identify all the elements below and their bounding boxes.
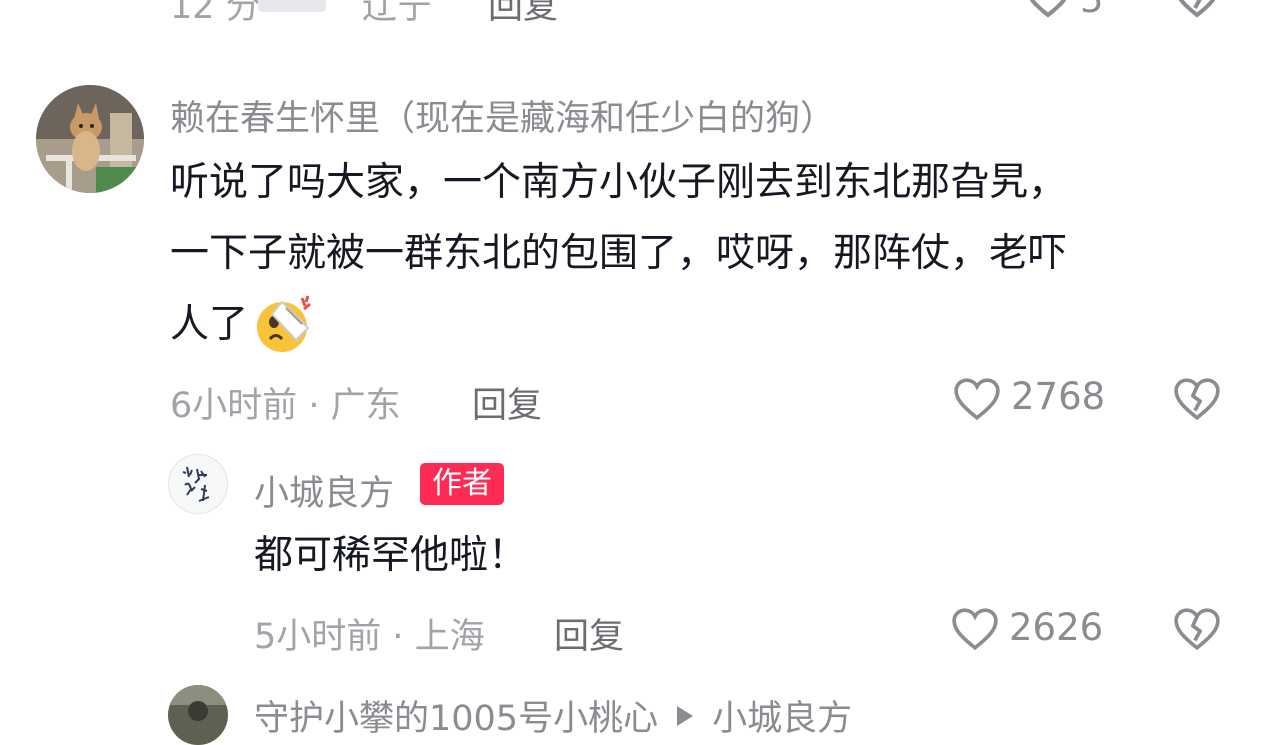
comment-text-line: 听说了吗大家，一个南方小伙子刚去到东北那旮旯， [170, 160, 1068, 205]
play-arrow-icon [677, 705, 694, 726]
reply-location: 上海 [414, 617, 485, 657]
avatar-image [36, 85, 144, 193]
avatar[interactable] [168, 454, 228, 514]
like-button[interactable] [1025, 0, 1071, 18]
like-button[interactable] [951, 607, 999, 651]
comment-time-location: 6小时前 · 广东 [170, 386, 401, 426]
like-button[interactable] [953, 377, 1001, 421]
reply-time-location: 5小时前 · 上海 [254, 617, 485, 657]
heart-icon [952, 608, 998, 651]
reply-text: 都可稀罕他啦！ [254, 533, 528, 578]
reply-username[interactable]: 小城良方 [254, 465, 394, 516]
like-count: 5 [1080, 0, 1104, 21]
avatar-image [168, 685, 228, 745]
like-count: 2768 [1011, 375, 1106, 418]
shocked-face-emoji-icon [257, 295, 311, 352]
avatar[interactable] [168, 685, 228, 745]
reply-button[interactable]: 回复 [488, 0, 558, 29]
comment-text-line: 一下子就被一群东北的包围了，哎呀，那阵仗，老吓 [170, 231, 1068, 276]
comment-time: 6小时前 [170, 386, 298, 426]
comment-text: 听说了吗大家，一个南方小伙子刚去到东北那旮旯， 一下子就被一群东北的包围了，哎呀… [170, 147, 1230, 360]
reply-to-username[interactable]: 小城良方 [712, 690, 852, 741]
calligraphy-avatar-image [182, 466, 210, 502]
comment-location: 辽宁 [362, 0, 433, 27]
broken-heart-icon [1178, 0, 1216, 18]
reply-time: 5小时前 [254, 617, 382, 657]
reply-username[interactable]: 守护小攀的1005号小桃心 [254, 690, 658, 741]
dislike-button[interactable] [1173, 607, 1221, 651]
avatar[interactable] [36, 85, 144, 193]
dislike-button[interactable] [1173, 377, 1221, 421]
comment-location: 广东 [330, 386, 401, 426]
author-badge: 作者 [420, 463, 504, 505]
blurred-time-placeholder [258, 0, 326, 12]
broken-heart-icon [1174, 608, 1220, 651]
reply-button[interactable]: 回复 [554, 608, 624, 659]
heart-icon [954, 378, 1000, 421]
heart-icon [1029, 0, 1067, 18]
broken-heart-icon [1174, 378, 1220, 421]
reply-button[interactable]: 回复 [472, 377, 542, 428]
comment-username[interactable]: 赖在春生怀里（现在是藏海和任少白的狗） [170, 90, 835, 141]
comment-text-line-end: 人了 [170, 302, 249, 347]
comment-time: 12 分 [170, 0, 261, 27]
dislike-button[interactable] [1174, 0, 1220, 18]
like-count: 2626 [1009, 606, 1104, 649]
comment-text-line: 人了 [170, 289, 1230, 360]
next-reply-header: 守护小攀的1005号小桃心 小城良方 [254, 690, 852, 741]
